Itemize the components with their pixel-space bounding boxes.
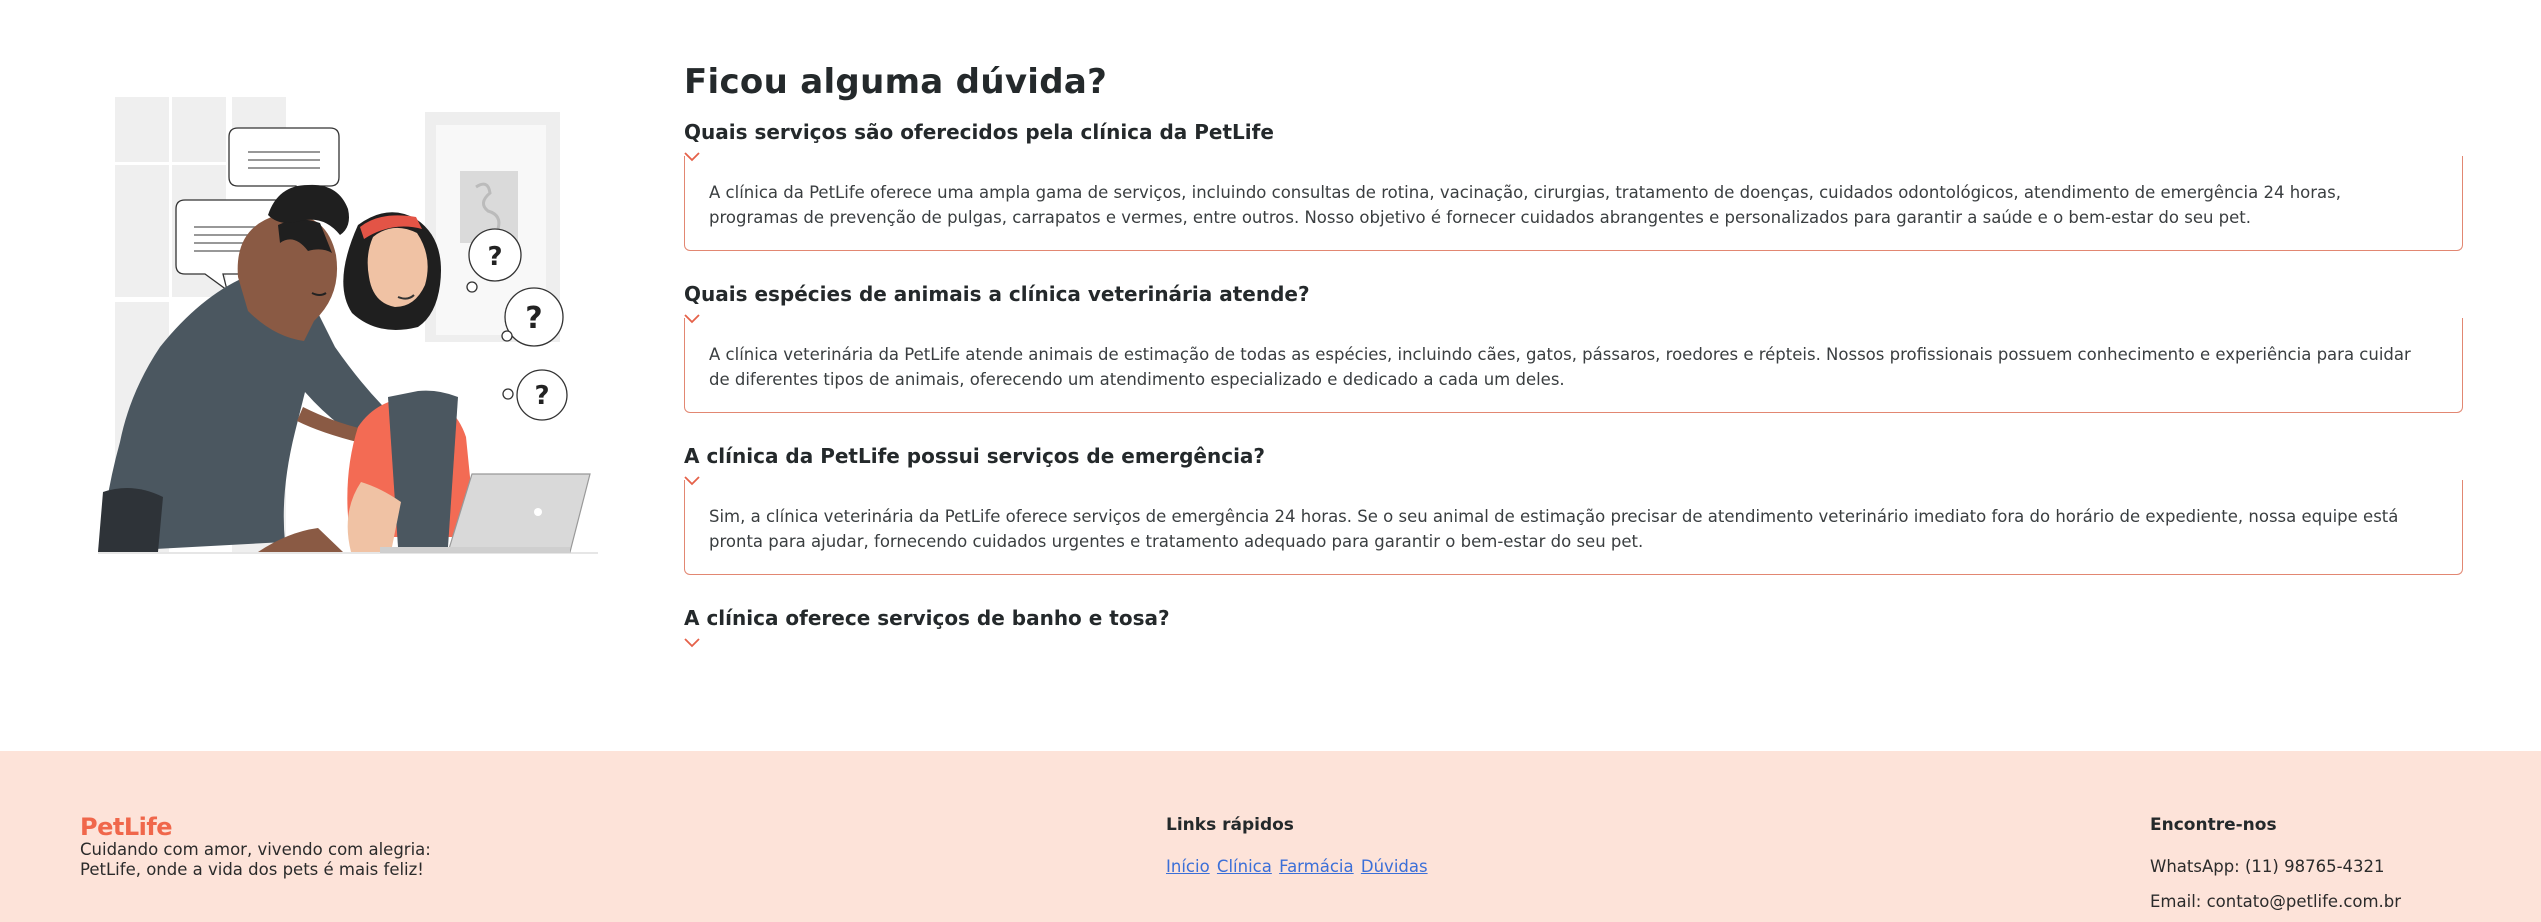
faq-item: A clínica da PetLife possui serviços de … [684, 442, 2464, 575]
faq-answer: A clínica veterinária da PetLife atende … [684, 318, 2463, 413]
chevron-down-icon[interactable] [684, 638, 700, 648]
link-clinica[interactable]: Clínica [1217, 857, 1272, 876]
faq-answer: Sim, a clínica veterinária da PetLife of… [684, 480, 2463, 575]
footer-tagline: Cuidando com amor, vivendo com alegria: … [80, 840, 431, 879]
faq-item: Quais espécies de animais a clínica vete… [684, 280, 2464, 413]
faq-section: ? ? ? Ficou alguma dúvida? Quais serviço… [0, 0, 2541, 751]
link-duvidas[interactable]: Dúvidas [1361, 857, 1428, 876]
link-inicio[interactable]: Início [1166, 857, 1210, 876]
faq-item: Quais serviços são oferecidos pela clíni… [684, 118, 2464, 251]
faq-question[interactable]: A clínica oferece serviços de banho e to… [684, 604, 2464, 632]
contact-whatsapp: WhatsApp: (11) 98765-4321 [2150, 857, 2385, 876]
faq-item: A clínica oferece serviços de banho e to… [684, 604, 2464, 648]
faq-title: Ficou alguma dúvida? [684, 62, 1108, 102]
question-mark: ? [534, 381, 549, 411]
faq-question[interactable]: A clínica da PetLife possui serviços de … [684, 442, 2464, 470]
links-title: Links rápidos [1166, 815, 1294, 835]
quick-links: Início Clínica Farmácia Dúvidas [1166, 857, 1430, 876]
faq-question[interactable]: Quais serviços são oferecidos pela clíni… [684, 118, 2464, 146]
faq-question[interactable]: Quais espécies de animais a clínica vete… [684, 280, 2464, 308]
contact-title: Encontre-nos [2150, 815, 2277, 835]
contact-email: Email: contato@petlife.com.br [2150, 892, 2402, 911]
link-farmacia[interactable]: Farmácia [1279, 857, 1354, 876]
faq-answer: A clínica da PetLife oferece uma ampla g… [684, 156, 2463, 251]
faq-illustration: ? ? ? [98, 97, 598, 554]
question-mark: ? [487, 242, 502, 272]
footer: PetLife Cuidando com amor, vivendo com a… [0, 751, 2541, 922]
faq-list: Ficou alguma dúvida? Quais serviços são … [684, 58, 2464, 648]
footer-logo[interactable]: PetLife [80, 813, 173, 841]
question-mark: ? [525, 301, 542, 336]
